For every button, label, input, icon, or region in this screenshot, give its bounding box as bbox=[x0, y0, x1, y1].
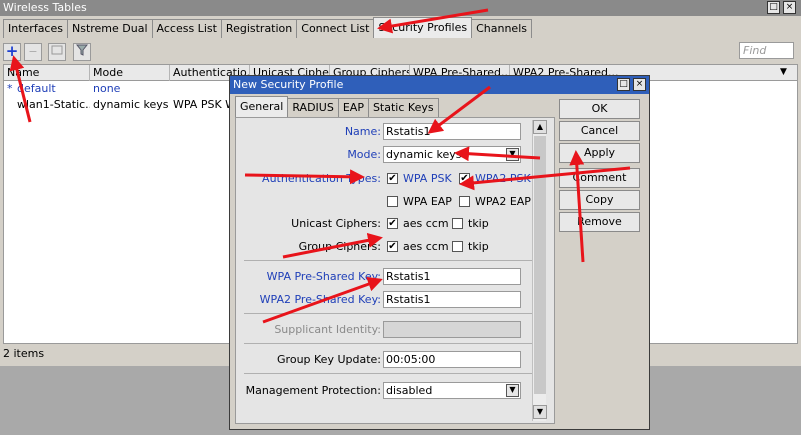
tab-connect-list[interactable]: Connect List bbox=[296, 19, 375, 38]
copy-button[interactable]: Copy bbox=[559, 190, 640, 210]
scroll-thumb[interactable] bbox=[534, 136, 546, 394]
tab-eap[interactable]: EAP bbox=[337, 98, 369, 117]
wpa-eap-checkbox[interactable] bbox=[387, 196, 398, 207]
tab-registration[interactable]: Registration bbox=[220, 19, 298, 38]
remove-icon[interactable]: − bbox=[24, 43, 42, 61]
ok-button[interactable]: OK bbox=[559, 99, 640, 119]
separator bbox=[244, 343, 532, 344]
mgmt-protection-select[interactable]: disabled ▼ bbox=[383, 382, 521, 399]
wpa-psk-label: WPA PSK bbox=[403, 172, 452, 185]
tab-access-list[interactable]: Access List bbox=[151, 19, 222, 38]
auth-types-label: Authentication Types: bbox=[262, 172, 381, 185]
tab-channels[interactable]: Channels bbox=[471, 19, 532, 38]
tab-general[interactable]: General bbox=[235, 96, 289, 117]
separator bbox=[244, 260, 532, 261]
row-name: default bbox=[17, 82, 56, 95]
separator bbox=[244, 313, 532, 314]
wpa-eap-label: WPA EAP bbox=[403, 195, 452, 208]
cancel-button[interactable]: Cancel bbox=[559, 121, 640, 141]
separator bbox=[244, 373, 532, 374]
tab-interfaces[interactable]: Interfaces bbox=[3, 19, 68, 38]
wpa2-eap-label: WPA2 EAP bbox=[475, 195, 531, 208]
dialog-titlebar: New Security Profile □ × bbox=[230, 76, 649, 94]
wpa-key-label: WPA Pre-Shared Key: bbox=[266, 270, 381, 283]
filter-icon[interactable] bbox=[73, 43, 91, 61]
unicast-tkip-checkbox[interactable] bbox=[452, 218, 463, 229]
window-titlebar: Wireless Tables □ × bbox=[0, 0, 801, 16]
row-mode: none bbox=[93, 82, 121, 95]
tab-radius[interactable]: RADIUS bbox=[287, 98, 339, 117]
row-name: wlan1-Static... bbox=[17, 98, 90, 111]
comment-icon[interactable] bbox=[48, 43, 66, 61]
window-title: Wireless Tables bbox=[3, 1, 87, 14]
wpa2-key-field[interactable]: Rstatis1 bbox=[383, 291, 521, 308]
unicast-aes-label: aes ccm bbox=[403, 217, 449, 230]
unicast-tkip-label: tkip bbox=[468, 217, 489, 230]
add-icon[interactable]: + bbox=[3, 43, 21, 61]
row-mode: dynamic keys bbox=[93, 98, 169, 111]
restore-icon[interactable]: □ bbox=[617, 78, 630, 91]
status-count: 2 items bbox=[3, 347, 45, 360]
dialog-tabs: General RADIUS EAP Static Keys bbox=[235, 96, 439, 118]
toolbar: + − bbox=[0, 40, 801, 64]
dropdown-icon[interactable]: ▼ bbox=[506, 384, 519, 397]
wpa-key-field[interactable]: Rstatis1 bbox=[383, 268, 521, 285]
dropdown-icon[interactable]: ▼ bbox=[506, 148, 519, 161]
unicast-aes-checkbox[interactable]: ✔ bbox=[387, 218, 398, 229]
group-key-update-field[interactable]: 00:05:00 bbox=[383, 351, 521, 368]
close-icon[interactable]: × bbox=[783, 1, 796, 14]
tab-bar: Interfaces Nstreme Dual Access List Regi… bbox=[3, 17, 532, 39]
find-input[interactable]: Find bbox=[739, 42, 794, 59]
group-aes-checkbox[interactable]: ✔ bbox=[387, 241, 398, 252]
name-field[interactable]: Rstatis1 bbox=[383, 123, 521, 140]
comment-button[interactable]: Comment bbox=[559, 168, 640, 188]
scroll-up-icon[interactable]: ▲ bbox=[533, 120, 547, 134]
mode-value: dynamic keys bbox=[386, 148, 462, 161]
wpa2-psk-checkbox[interactable]: ✔ bbox=[459, 173, 470, 184]
general-panel: Name: Rstatis1 Mode: dynamic keys ▼ Auth… bbox=[235, 117, 555, 424]
group-ciphers-label: Group Ciphers: bbox=[298, 240, 381, 253]
wpa2-psk-label: WPA2 PSK bbox=[475, 172, 531, 185]
group-tkip-label: tkip bbox=[468, 240, 489, 253]
wpa2-eap-checkbox[interactable] bbox=[459, 196, 470, 207]
apply-button[interactable]: Apply bbox=[559, 143, 640, 163]
col-name[interactable]: Name bbox=[4, 65, 90, 81]
column-menu-icon[interactable]: ▼ bbox=[780, 65, 787, 80]
dialog-title: New Security Profile bbox=[233, 78, 344, 91]
group-key-update-label: Group Key Update: bbox=[277, 353, 381, 366]
mgmt-protection-value: disabled bbox=[386, 384, 433, 397]
tab-nstreme-dual[interactable]: Nstreme Dual bbox=[66, 19, 153, 38]
name-label: Name: bbox=[344, 125, 381, 138]
tab-security-profiles[interactable]: Security Profiles bbox=[373, 17, 473, 38]
tab-static-keys[interactable]: Static Keys bbox=[367, 98, 439, 117]
new-security-profile-dialog: New Security Profile □ × General RADIUS … bbox=[229, 75, 650, 430]
close-icon[interactable]: × bbox=[633, 78, 646, 91]
col-mode[interactable]: Mode bbox=[90, 65, 170, 81]
wpa-psk-checkbox[interactable]: ✔ bbox=[387, 173, 398, 184]
wpa2-key-label: WPA2 Pre-Shared Key: bbox=[259, 293, 381, 306]
supplicant-field[interactable] bbox=[383, 321, 521, 338]
remove-button[interactable]: Remove bbox=[559, 212, 640, 232]
mgmt-protection-label: Management Protection: bbox=[245, 384, 381, 397]
vertical-scrollbar[interactable]: ▲ ▼ bbox=[532, 120, 547, 421]
group-aes-label: aes ccm bbox=[403, 240, 449, 253]
supplicant-label: Supplicant Identity: bbox=[274, 323, 381, 336]
mode-label: Mode: bbox=[347, 148, 381, 161]
unicast-ciphers-label: Unicast Ciphers: bbox=[291, 217, 381, 230]
mode-select[interactable]: dynamic keys ▼ bbox=[383, 146, 521, 163]
scroll-down-icon[interactable]: ▼ bbox=[533, 405, 547, 419]
restore-icon[interactable]: □ bbox=[767, 1, 780, 14]
group-tkip-checkbox[interactable] bbox=[452, 241, 463, 252]
